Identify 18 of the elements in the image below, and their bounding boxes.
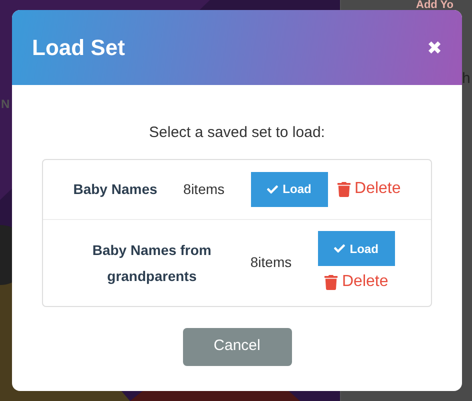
load-button[interactable]: Load [318,231,395,266]
item-count: 8items [183,180,225,198]
set-name: Baby Names [73,180,158,199]
close-button[interactable]: ✖ [427,38,442,56]
panel-heading: Add Yo [416,0,454,10]
trash-icon [324,274,338,290]
item-count: 8items [250,253,292,272]
text-fragment: N [1,96,10,113]
check-icon [334,243,345,254]
delete-button[interactable]: Delete [336,177,401,201]
set-name: Baby Names from grandparents [91,240,212,286]
trash-icon [336,182,351,196]
cancel-button[interactable]: Cancel [182,328,292,366]
check-icon [266,184,278,194]
prompt-text: Select a saved set to load: [149,123,325,143]
dialog-title: Load Set [32,34,125,62]
delete-button[interactable]: Delete [324,270,388,294]
load-button[interactable]: Load [250,172,328,206]
